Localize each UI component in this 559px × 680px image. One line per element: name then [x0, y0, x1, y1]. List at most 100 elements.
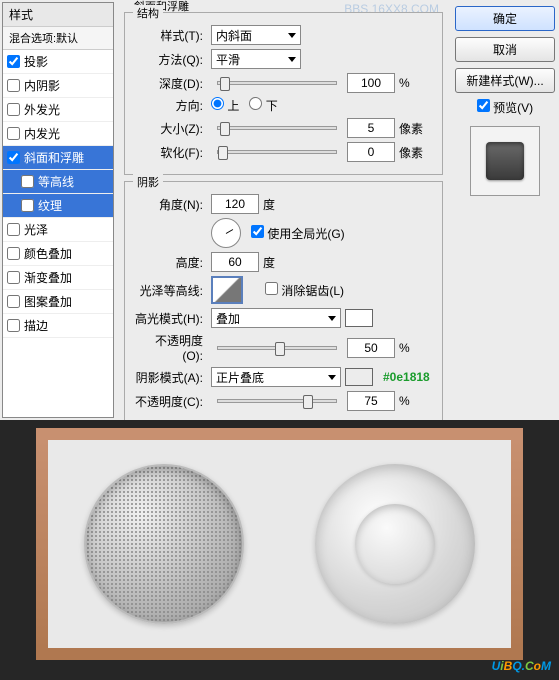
- depth-input[interactable]: [347, 73, 395, 93]
- gloss-contour-picker[interactable]: [211, 276, 243, 304]
- soften-input[interactable]: [347, 142, 395, 162]
- new-style-button[interactable]: 新建样式(W)...: [455, 68, 555, 93]
- hilite-opacity-slider[interactable]: [217, 346, 337, 350]
- unit: 度: [263, 196, 275, 213]
- speaker-knob: [315, 464, 475, 624]
- unit: 度: [263, 254, 275, 271]
- shadow-mode-combo[interactable]: 正片叠底: [211, 367, 341, 387]
- chevron-down-icon: [288, 57, 296, 62]
- checkbox[interactable]: [7, 127, 20, 140]
- style-label: 样式(T):: [135, 27, 203, 44]
- direction-up[interactable]: 上: [211, 97, 239, 114]
- checkbox[interactable]: [21, 175, 34, 188]
- sidebar-item-color-overlay[interactable]: 颜色叠加: [3, 242, 113, 266]
- preview-checkbox[interactable]: 预览(V): [455, 99, 555, 116]
- checkbox[interactable]: [7, 223, 20, 236]
- sidebar-subheader[interactable]: 混合选项:默认: [3, 27, 113, 50]
- unit: %: [399, 394, 410, 408]
- depth-label: 深度(D):: [135, 75, 203, 92]
- shadow-color-swatch[interactable]: [345, 368, 373, 386]
- shadow-opacity-input[interactable]: [347, 391, 395, 411]
- shadow-mode-label: 阴影模式(A):: [135, 369, 203, 386]
- sidebar-header: 样式: [3, 3, 113, 27]
- cancel-button[interactable]: 取消: [455, 37, 555, 62]
- sidebar-item-drop-shadow[interactable]: 投影: [3, 50, 113, 74]
- structure-fieldset: 结构 样式(T):内斜面 方法(Q):平滑 深度(D):% 方向: 上 下 大小…: [124, 12, 443, 175]
- slider-thumb[interactable]: [220, 77, 230, 91]
- sidebar-item-label: 颜色叠加: [24, 245, 72, 262]
- checkbox[interactable]: [7, 103, 20, 116]
- checkbox[interactable]: [7, 271, 20, 284]
- slider-thumb[interactable]: [275, 342, 285, 356]
- angle-label: 角度(N):: [135, 196, 203, 213]
- antialias-checkbox[interactable]: 消除锯齿(L): [265, 282, 344, 299]
- slider-thumb[interactable]: [218, 146, 228, 160]
- sidebar-item-label: 光泽: [24, 221, 48, 238]
- sidebar-item-stroke[interactable]: 描边: [3, 314, 113, 338]
- slider-thumb[interactable]: [303, 395, 313, 409]
- preview-thumbnail: [470, 126, 540, 196]
- depth-slider[interactable]: [217, 81, 337, 85]
- sidebar-item-label: 纹理: [38, 197, 62, 214]
- unit: 像素: [399, 144, 423, 161]
- uibq-watermark: UiBQ.CoM: [492, 650, 551, 676]
- checkbox[interactable]: [7, 79, 20, 92]
- sidebar-item-outer-glow[interactable]: 外发光: [3, 98, 113, 122]
- sidebar-item-inner-glow[interactable]: 内发光: [3, 122, 113, 146]
- checkbox[interactable]: [7, 295, 20, 308]
- slider-thumb[interactable]: [220, 122, 230, 136]
- sidebar-item-contour[interactable]: 等高线: [3, 170, 113, 194]
- checkbox[interactable]: [7, 247, 20, 260]
- sidebar-item-label: 内发光: [24, 125, 60, 142]
- sidebar-item-label: 斜面和浮雕: [24, 149, 84, 166]
- hilite-color-swatch[interactable]: [345, 309, 373, 327]
- shading-fieldset: 阴影 角度(N):度 使用全局光(G) 高度:度 光泽等高线: 消除锯齿(L) …: [124, 181, 443, 424]
- sidebar-item-gradient-overlay[interactable]: 渐变叠加: [3, 266, 113, 290]
- altitude-label: 高度:: [135, 254, 203, 271]
- sidebar-item-texture[interactable]: 纹理: [3, 194, 113, 218]
- sidebar-item-satin[interactable]: 光泽: [3, 218, 113, 242]
- chevron-down-icon: [288, 33, 296, 38]
- unit: %: [399, 76, 410, 90]
- checkbox[interactable]: [7, 151, 20, 164]
- checkbox[interactable]: [7, 319, 20, 332]
- checkbox[interactable]: [21, 199, 34, 212]
- sidebar-item-label: 内阴影: [24, 77, 60, 94]
- sidebar-item-label: 渐变叠加: [24, 269, 72, 286]
- hilite-mode-combo[interactable]: 叠加: [211, 308, 341, 328]
- angle-input[interactable]: [211, 194, 259, 214]
- sidebar-item-pattern-overlay[interactable]: 图案叠加: [3, 290, 113, 314]
- shadow-opacity-slider[interactable]: [217, 399, 337, 403]
- layer-style-dialog: BBS.16XX8.COM 样式 混合选项:默认 投影 内阴影 外发光 内发光 …: [0, 0, 559, 420]
- ok-button[interactable]: 确定: [455, 6, 555, 31]
- size-slider[interactable]: [217, 126, 337, 130]
- styles-sidebar: 样式 混合选项:默认 投影 内阴影 外发光 内发光 斜面和浮雕 等高线 纹理 光…: [2, 2, 114, 418]
- direction-down[interactable]: 下: [249, 97, 277, 114]
- unit: %: [399, 341, 410, 355]
- unit: 像素: [399, 120, 423, 137]
- soften-slider[interactable]: [217, 150, 337, 154]
- checkbox[interactable]: [7, 55, 20, 68]
- chevron-down-icon: [328, 316, 336, 321]
- sidebar-item-label: 外发光: [24, 101, 60, 118]
- structure-legend: 结构: [133, 5, 163, 21]
- speaker-frame: [36, 428, 523, 660]
- use-global-light[interactable]: 使用全局光(G): [251, 225, 345, 242]
- chevron-down-icon: [328, 375, 336, 380]
- sidebar-item-label: 图案叠加: [24, 293, 72, 310]
- preview-swatch: [486, 142, 524, 180]
- size-input[interactable]: [347, 118, 395, 138]
- angle-dial[interactable]: [211, 218, 241, 248]
- style-combo[interactable]: 内斜面: [211, 25, 301, 45]
- sidebar-item-bevel-emboss[interactable]: 斜面和浮雕: [3, 146, 113, 170]
- color-annotation: #0e1818: [383, 370, 430, 384]
- gloss-label: 光泽等高线:: [135, 282, 203, 299]
- method-combo[interactable]: 平滑: [211, 49, 301, 69]
- size-label: 大小(Z):: [135, 120, 203, 137]
- sidebar-item-label: 等高线: [38, 173, 74, 190]
- hilite-mode-label: 高光模式(H):: [135, 310, 203, 327]
- hilite-opacity-input[interactable]: [347, 338, 395, 358]
- altitude-input[interactable]: [211, 252, 259, 272]
- sidebar-item-label: 投影: [24, 53, 48, 70]
- sidebar-item-inner-shadow[interactable]: 内阴影: [3, 74, 113, 98]
